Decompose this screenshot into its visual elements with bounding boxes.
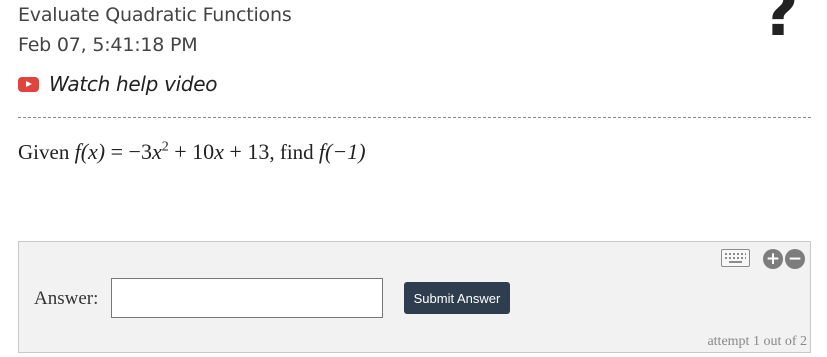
question-text: Given f(x) = −3x2 + 10x + 13, find f(−1) [18,139,366,165]
question-function: f(x) = −3x2 + 10x + 13 [74,139,270,164]
rhs-coef: −3 [128,139,152,164]
answer-panel: + − Answer: Submit Answer attempt 1 out … [18,241,811,353]
watch-help-video-link[interactable]: Watch help video [49,72,218,96]
question-mid: , find [269,140,314,164]
help-question-icon[interactable]: ? [752,0,808,46]
submit-answer-button[interactable]: Submit Answer [404,282,510,314]
function-lhs: f(x) [74,139,106,164]
rhs-term3: + 13 [223,139,270,164]
answer-label: Answer: [34,288,99,309]
rhs-term2: + 10 [168,139,215,164]
rhs-exponent: 2 [161,139,169,155]
plus-circle-icon[interactable]: + [763,249,783,269]
page-title: Evaluate Quadratic Functions [18,4,292,26]
rhs-var2: x [214,139,224,164]
attempt-counter: attempt 1 out of 2 [707,334,807,349]
question-target: f(−1) [318,139,366,164]
timestamp: Feb 07, 5:41:18 PM [18,34,198,56]
rhs-var1: x [151,139,162,164]
keyboard-icon[interactable] [721,249,750,267]
divider [18,117,811,118]
question-prefix: Given [18,140,70,164]
youtube-play-icon [18,76,39,92]
answer-input[interactable] [111,278,383,318]
minus-circle-icon[interactable]: − [785,249,805,269]
watch-help-video-row[interactable]: Watch help video [18,72,218,96]
